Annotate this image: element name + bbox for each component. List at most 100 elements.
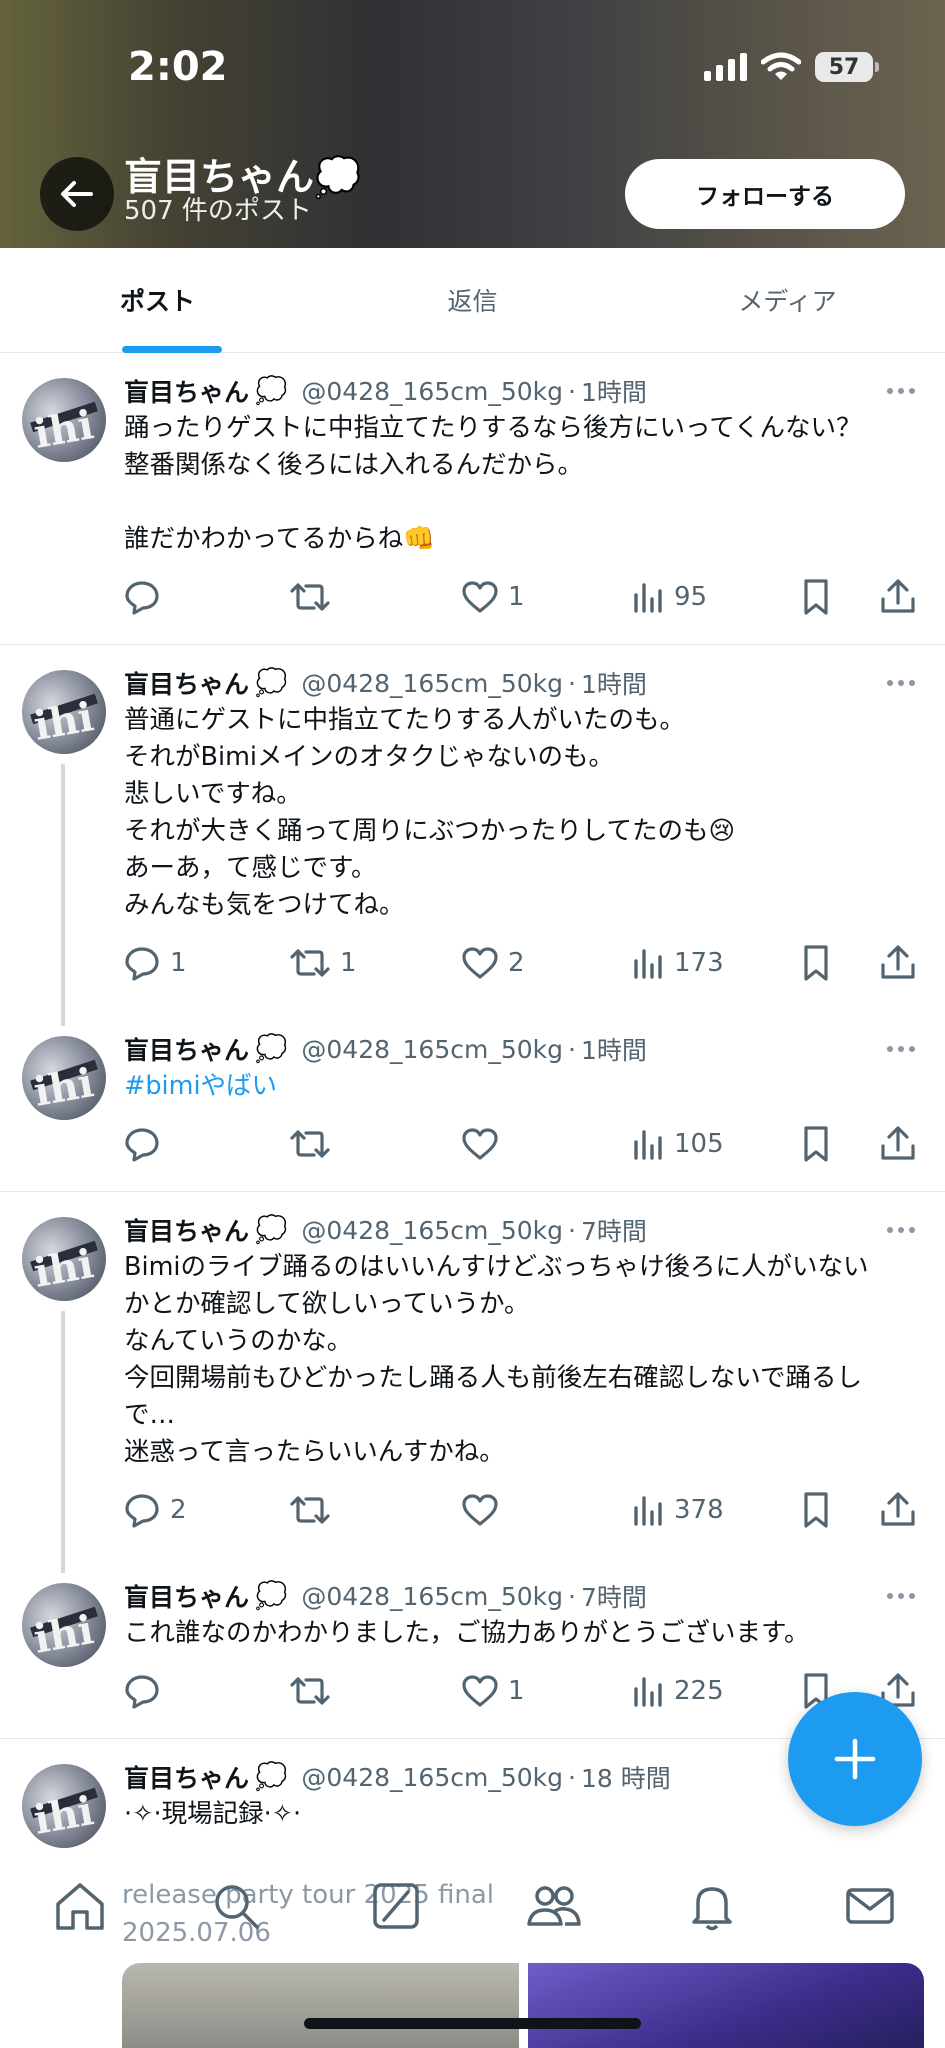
views-button[interactable]: 105 [630,1122,724,1166]
post-author-name[interactable]: 盲目ちゃん [124,1759,249,1795]
post-text: 踊ったりゲストに中指立てたりするなら後方にいってくんない？ 整番関係なく後ろには… [124,413,862,554]
repost-button[interactable] [288,575,340,619]
post-time[interactable]: 1時間 [581,1031,647,1067]
thread-line [61,764,65,1026]
reply-button[interactable]: 2 [122,1488,187,1532]
more-icon[interactable] [881,1030,921,1068]
like-button[interactable] [460,1122,508,1166]
bookmark-button[interactable] [798,1122,834,1166]
more-icon[interactable] [881,1577,921,1615]
reply-button[interactable] [122,575,170,619]
tab-posts[interactable]: ポスト [0,248,315,352]
post-author-name[interactable]: 盲目ちゃん [124,1212,249,1248]
search-icon[interactable] [206,1876,266,1936]
post-author-name[interactable]: 盲目ちゃん [124,665,249,701]
post-author-name[interactable]: 盲目ちゃん [124,373,249,409]
share-icon [881,945,915,979]
like-count: 1 [508,1676,525,1706]
repost-button[interactable] [288,1669,340,1713]
avatar[interactable] [22,1217,106,1301]
post-time[interactable]: 7時間 [581,1212,647,1248]
repost-icon [290,1677,330,1705]
repost-button[interactable]: 1 [288,941,357,985]
like-count: 1 [508,582,525,612]
share-button[interactable] [878,941,918,985]
post-author-handle[interactable]: @0428_165cm_50kg [301,377,563,406]
avatar[interactable] [22,1036,106,1120]
time-separator: · [568,376,576,406]
views-count: 173 [674,948,724,978]
post-author-handle[interactable]: @0428_165cm_50kg [301,1035,563,1064]
bookmark-button[interactable] [798,1488,834,1532]
views-button[interactable]: 225 [630,1669,724,1713]
more-icon[interactable] [881,664,921,702]
like-count: 2 [508,948,525,978]
post-media-image[interactable] [528,1963,924,2048]
tab-replies[interactable]: 返信 [315,248,630,352]
post-time[interactable]: 18 時間 [581,1759,671,1795]
post-header: 盲目ちゃん 💭 @0428_165cm_50kg · 1時間 [124,372,924,410]
avatar[interactable] [22,670,106,754]
bookmark-icon [804,1126,828,1162]
like-button[interactable] [460,1488,508,1532]
time-separator: · [568,668,576,698]
post-hashtag[interactable]: #bimiやばい [124,1068,924,1105]
views-count: 95 [674,582,708,612]
repost-count: 1 [340,948,357,978]
avatar[interactable] [22,1764,106,1848]
post-header: 盲目ちゃん 💭 @0428_165cm_50kg · 1時間 [124,1030,924,1068]
notifications-icon[interactable] [682,1876,742,1936]
post-author-handle[interactable]: @0428_165cm_50kg [301,1216,563,1245]
post-media-image[interactable] [122,1963,519,2048]
like-button[interactable]: 1 [460,1669,525,1713]
messages-icon[interactable] [840,1876,900,1936]
repost-button[interactable] [288,1488,340,1532]
views-button[interactable]: 95 [630,575,707,619]
like-button[interactable]: 2 [460,941,525,985]
views-icon [634,1677,662,1707]
bookmark-button[interactable] [798,575,834,619]
post-author-name[interactable]: 盲目ちゃん [124,1578,249,1614]
share-icon [881,1126,915,1160]
views-button[interactable]: 173 [630,941,724,985]
grok-icon[interactable] [366,1876,426,1936]
post-text: Bimiのライブ踊るのはいいんすけどぶっちゃけ後ろに人がいない かとか確認して欲… [124,1252,869,1467]
post-actions: 1 95 [122,575,932,619]
share-button[interactable] [878,575,918,619]
post-header: 盲目ちゃん 💭 @0428_165cm_50kg · 7時間 [124,1211,924,1249]
repost-icon [290,583,330,611]
follow-button[interactable]: フォローする [625,159,905,229]
views-count: 225 [674,1676,724,1706]
reply-button[interactable] [122,1669,170,1713]
like-button[interactable]: 1 [460,575,525,619]
back-button[interactable] [40,157,114,231]
reply-icon [125,1494,159,1528]
reply-button[interactable]: 1 [122,941,187,985]
tab-media[interactable]: メディア [630,248,945,352]
avatar[interactable] [22,378,106,462]
compose-button[interactable] [788,1692,922,1826]
bookmark-button[interactable] [798,941,834,985]
post-time[interactable]: 1時間 [581,373,647,409]
post-author-handle[interactable]: @0428_165cm_50kg [301,1763,563,1792]
thought-bubble-icon: 💭 [255,376,288,406]
views-button[interactable]: 378 [630,1488,724,1532]
share-button[interactable] [878,1122,918,1166]
home-icon[interactable] [50,1876,110,1936]
share-button[interactable] [878,1488,918,1532]
post-author-name[interactable]: 盲目ちゃん [124,1031,249,1067]
post-author-handle[interactable]: @0428_165cm_50kg [301,1582,563,1611]
communities-icon[interactable] [524,1876,584,1936]
time-separator: · [568,1215,576,1245]
compose-plus-icon [834,1738,876,1780]
like-icon [462,581,498,613]
post-time[interactable]: 1時間 [581,665,647,701]
reply-button[interactable] [122,1122,170,1166]
more-icon[interactable] [881,372,921,410]
more-icon[interactable] [881,1211,921,1249]
repost-button[interactable] [288,1122,340,1166]
avatar[interactable] [22,1583,106,1667]
post-actions: 1 225 [122,1669,932,1713]
post-author-handle[interactable]: @0428_165cm_50kg [301,669,563,698]
post-time[interactable]: 7時間 [581,1578,647,1614]
